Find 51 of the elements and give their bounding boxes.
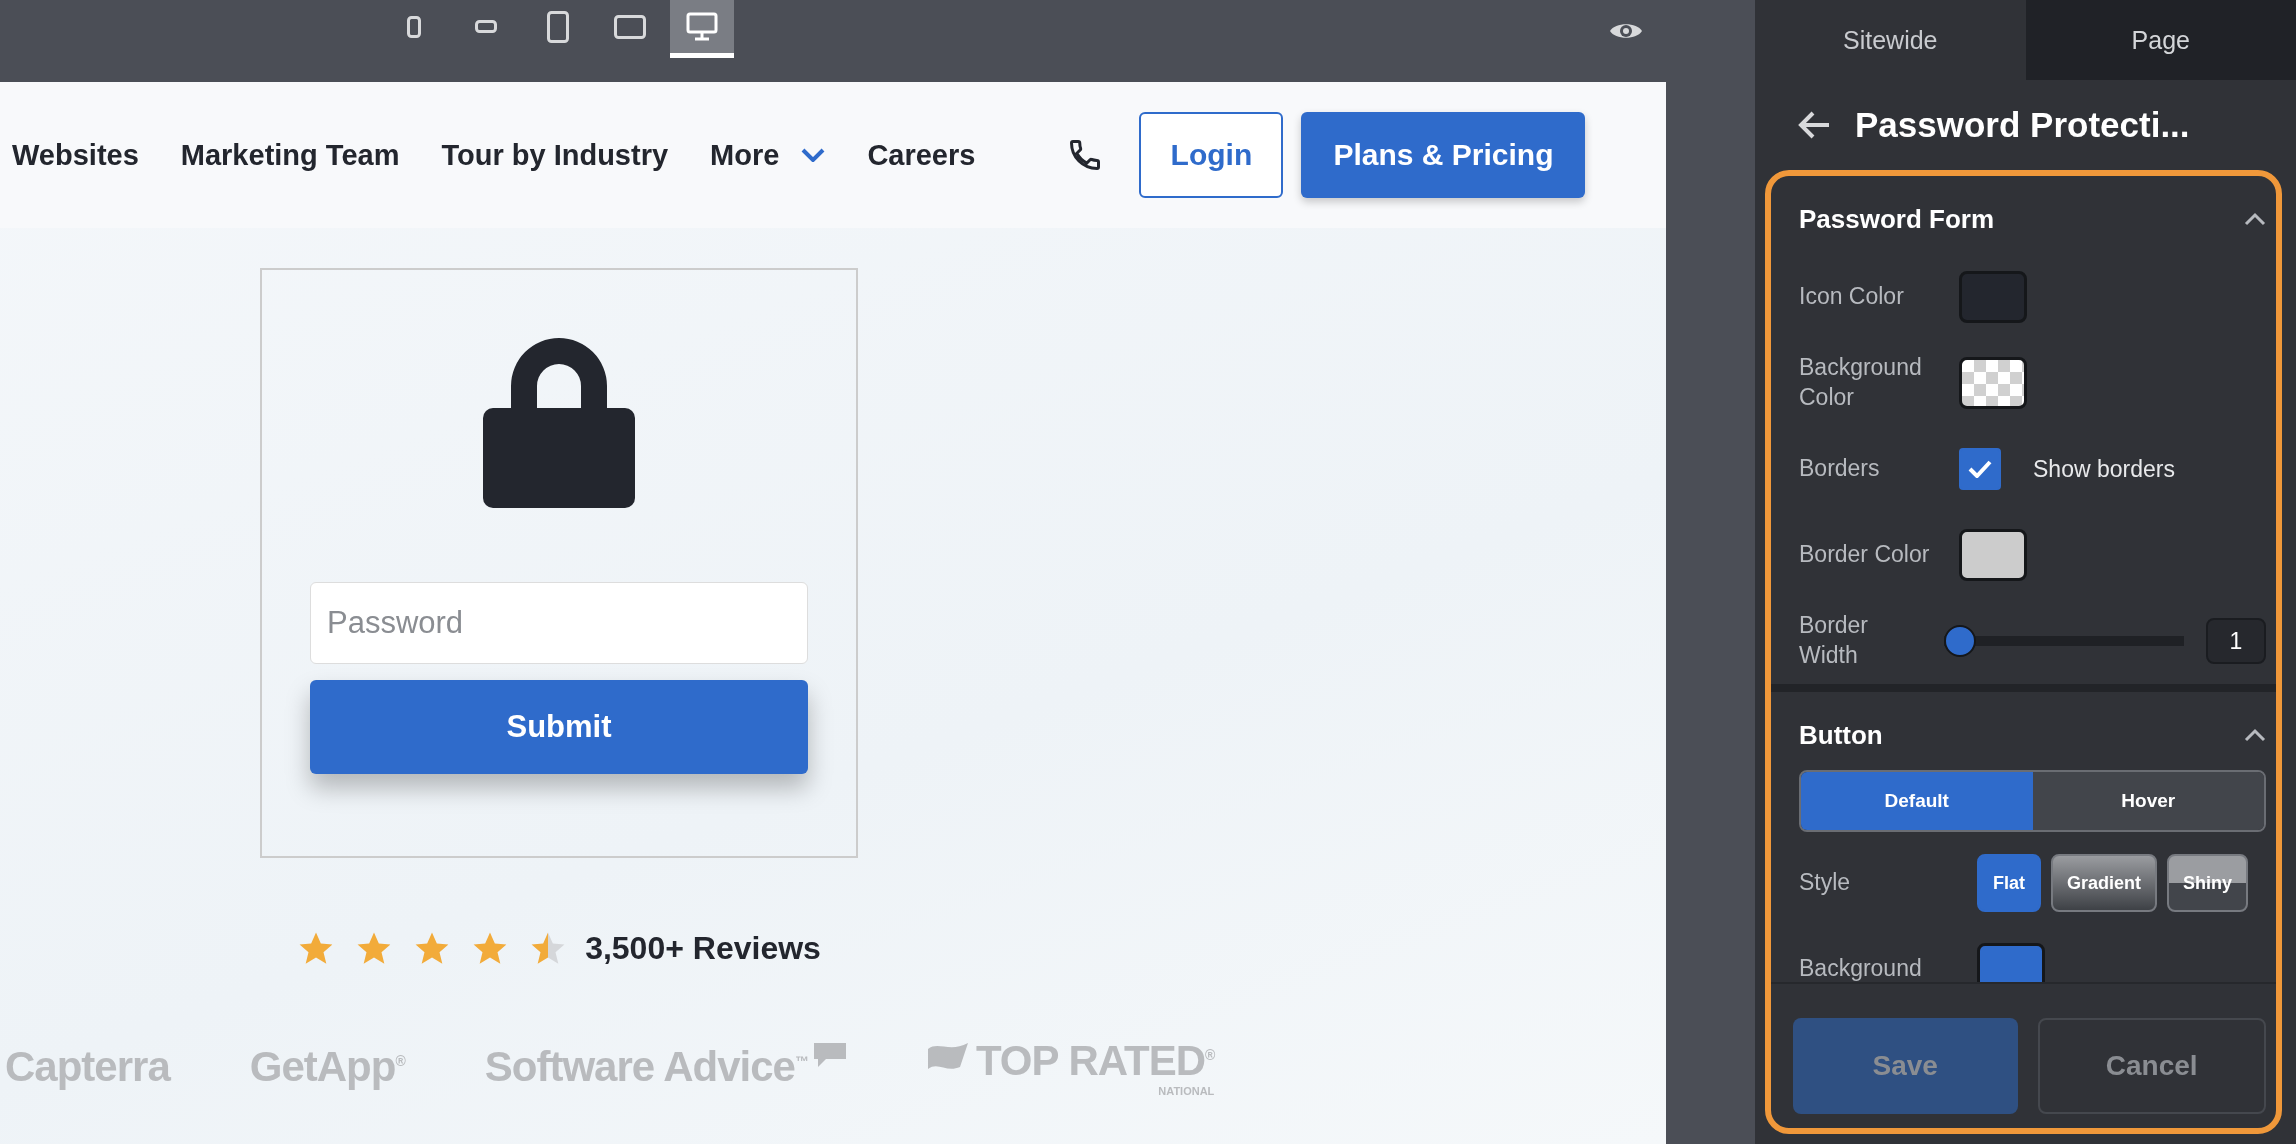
device-preview-button[interactable] xyxy=(670,0,734,58)
field-label: Borders xyxy=(1799,454,1881,484)
field-label: Border Width xyxy=(1799,611,1869,670)
color-swatch[interactable] xyxy=(1959,529,2027,581)
partner-logo: Software Advice$^{™}$ xyxy=(484,1043,808,1091)
field-label: Background xyxy=(1799,954,1923,982)
plans-pricing-button[interactable]: Plans & Pricing xyxy=(1301,112,1586,198)
field-label: Background Color xyxy=(1799,353,1923,412)
desktop-icon xyxy=(686,11,718,42)
checkbox-label: Show borders xyxy=(2033,455,2175,483)
tablet-icon xyxy=(547,10,569,43)
state-tab[interactable]: Hover xyxy=(2032,772,2264,830)
checkbox[interactable] xyxy=(1959,448,2001,490)
nav-link[interactable]: Tour by Industry xyxy=(441,138,669,172)
color-swatch[interactable] xyxy=(1959,357,2027,409)
slider-thumb[interactable] xyxy=(1944,625,1977,657)
style-option[interactable]: Flat xyxy=(1977,854,2041,912)
reviews-count: 3,500+ Reviews xyxy=(585,930,821,967)
partner-logo: Capterra xyxy=(5,1043,170,1091)
tablet-icon xyxy=(614,14,646,39)
partner-logo: GetApp$^{®}$ xyxy=(249,1043,405,1091)
field-label: Border Color xyxy=(1799,540,1931,570)
chevron-up-icon[interactable] xyxy=(2244,728,2266,742)
back-arrow-icon[interactable] xyxy=(1797,110,1831,140)
logo-subtext: NATIONAL xyxy=(1158,1085,1215,1097)
partner-logo: TOP RATED$^{®}$ xyxy=(975,1037,1215,1085)
submit-button[interactable]: Submit xyxy=(310,680,808,774)
password-field[interactable]: Password xyxy=(310,582,808,664)
checkmark-icon xyxy=(1968,460,1992,478)
nav-link[interactable]: Careers xyxy=(867,138,976,172)
login-button[interactable]: Login xyxy=(1139,112,1284,198)
nav-link[interactable]: Marketing Team xyxy=(180,138,400,172)
style-option[interactable]: Shiny xyxy=(2167,854,2249,912)
panel-title: Password Protecti... xyxy=(1855,105,2190,145)
style-option[interactable]: Gradient xyxy=(2051,854,2158,912)
number-field[interactable]: 1 xyxy=(2206,618,2266,664)
color-swatch[interactable] xyxy=(1977,943,2045,982)
nav-link[interactable]: More xyxy=(710,138,826,172)
field-label: Style xyxy=(1799,868,1852,898)
field-label: Icon Color xyxy=(1799,282,1905,312)
chevron-up-icon[interactable] xyxy=(2244,212,2266,226)
section-title: Password Form xyxy=(1799,203,1995,235)
panel-tab[interactable]: Page xyxy=(2025,0,2296,80)
chevron-down-icon xyxy=(801,148,826,162)
nav-link[interactable]: Websites xyxy=(12,138,139,172)
color-swatch[interactable] xyxy=(1959,271,2027,323)
phone-icon xyxy=(407,15,421,38)
speech-bubble-icon xyxy=(813,1043,846,1067)
state-tab[interactable]: Default xyxy=(1801,772,2033,830)
section-title: Button xyxy=(1799,719,1883,751)
phone-icon xyxy=(475,20,497,33)
